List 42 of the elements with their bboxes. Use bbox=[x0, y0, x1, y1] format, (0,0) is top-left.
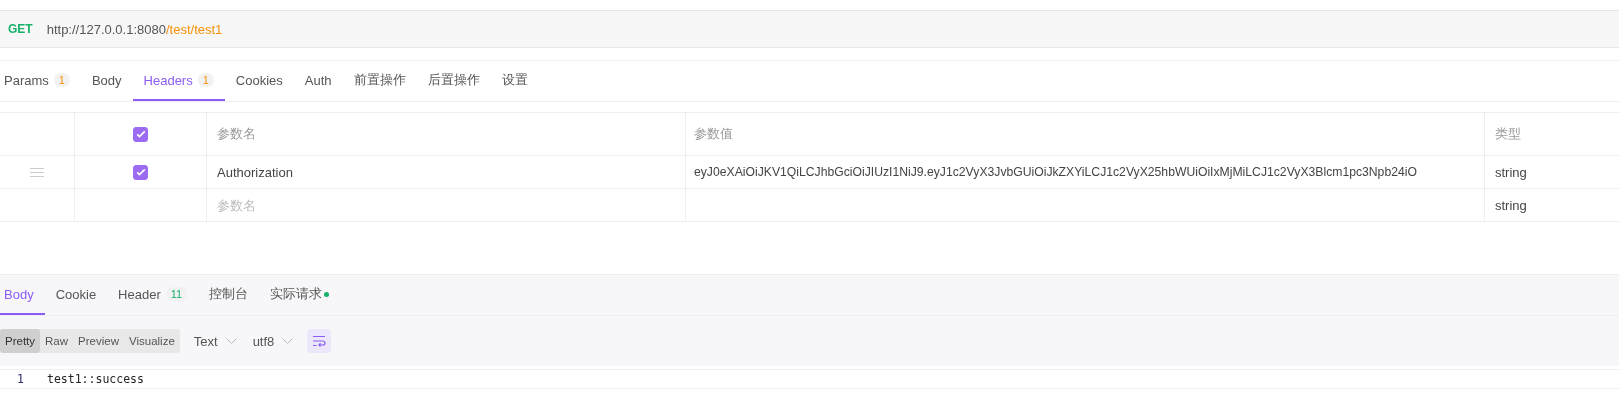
request-tab[interactable]: Auth bbox=[293, 61, 343, 101]
request-tab[interactable]: 设置 bbox=[490, 61, 539, 101]
view-mode-button[interactable]: Visualize bbox=[123, 329, 180, 353]
encoding-select[interactable]: utf8 bbox=[250, 333, 296, 349]
input-field[interactable]: 参数名 bbox=[217, 197, 417, 213]
count-badge: 1 bbox=[197, 73, 214, 87]
method-label: GET bbox=[8, 22, 33, 36]
format-select[interactable]: Text bbox=[191, 333, 239, 349]
response-tab[interactable]: Header 11 bbox=[107, 275, 199, 315]
checkbox[interactable] bbox=[133, 126, 148, 142]
url-bar[interactable]: GET http://127.0.0.1:8080/test/test1 bbox=[0, 10, 1619, 48]
column-header: 参数值 bbox=[694, 125, 733, 143]
request-tab[interactable]: Body bbox=[80, 61, 133, 101]
drag-handle-icon[interactable] bbox=[30, 167, 44, 177]
code-line: test1::success bbox=[47, 372, 144, 386]
chevron-down-icon bbox=[225, 337, 237, 345]
wrap-button[interactable] bbox=[307, 329, 332, 353]
url-text: http://127.0.0.1:8080/test/test1 bbox=[46, 21, 223, 37]
column-header: 类型 bbox=[1495, 125, 1521, 143]
response-tab[interactable]: 控制台 bbox=[198, 275, 260, 315]
column-header: 参数名 bbox=[217, 125, 256, 143]
request-tab[interactable]: 后置操作 bbox=[416, 61, 491, 101]
count-badge: 1 bbox=[53, 73, 70, 87]
chevron-down-icon bbox=[282, 337, 294, 345]
response-tab[interactable]: Cookie bbox=[44, 275, 108, 315]
checkbox[interactable] bbox=[133, 164, 148, 180]
wrap-icon bbox=[312, 335, 327, 347]
request-tab[interactable]: Params 1 bbox=[0, 61, 81, 101]
table-cell: string bbox=[1495, 197, 1527, 213]
table-cell: eyJ0eXAiOiJKV1QiLCJhbGciOiJIUzI1NiJ9.eyJ1c2VyX3JvbGUiOiJkZXYiLCJ1c2VyX25hbWUiOiIxMjMiLCJ1c2VyX3Blcm1pc3Npb24iO bbox=[694, 165, 1417, 179]
request-tab[interactable]: Cookies bbox=[224, 61, 294, 101]
table-cell: Authorization bbox=[217, 164, 293, 180]
view-mode-button[interactable]: Preview bbox=[73, 329, 124, 353]
count-badge: 11 bbox=[165, 287, 188, 301]
request-tab[interactable]: 前置操作 bbox=[342, 61, 417, 101]
line-number: 1 bbox=[16, 372, 25, 386]
table-cell: string bbox=[1495, 164, 1527, 180]
view-mode-button[interactable]: Raw bbox=[40, 329, 74, 353]
response-tab[interactable]: 实际请求 bbox=[259, 275, 341, 315]
request-tab[interactable]: Headers 1 bbox=[132, 61, 225, 101]
response-tab[interactable]: Body bbox=[0, 275, 45, 315]
view-mode-button[interactable]: Pretty bbox=[0, 329, 41, 353]
